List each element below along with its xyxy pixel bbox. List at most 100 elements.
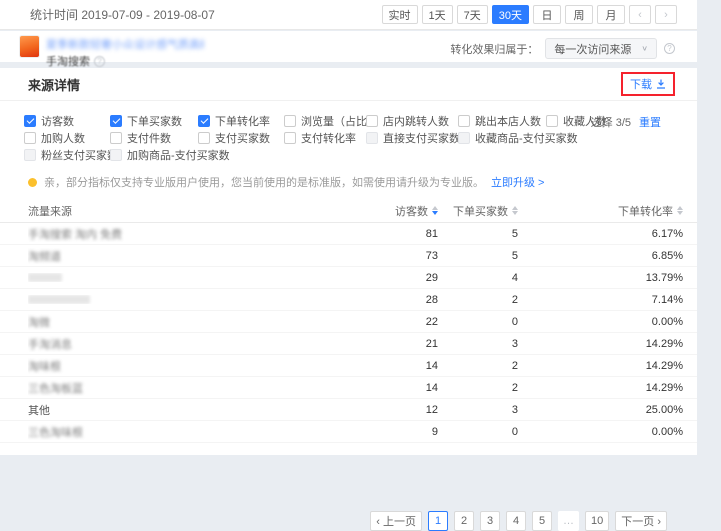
page-button-5[interactable]: 5 xyxy=(532,511,552,531)
table-row: 三色淘味根900.00% xyxy=(0,421,697,443)
date-range-group: 实时1天7天30天日周月‹› xyxy=(382,5,678,24)
product-summary: 夏季新款轻奢小众设计感气质高级冷淡风项链女2 手淘搜索 ? xyxy=(20,36,204,69)
metric-label: 支付买家数 xyxy=(215,130,270,146)
metric-label: 下单转化率 xyxy=(215,113,270,129)
metric-支付转化率[interactable]: 支付转化率 xyxy=(284,130,366,146)
attribution-dropdown[interactable]: 每一次访问来源 ∨ xyxy=(545,38,657,59)
page-button-1[interactable]: 1 xyxy=(428,511,448,531)
metric-label: 跳出本店人数 xyxy=(475,113,541,129)
checkbox-收藏人数[interactable] xyxy=(546,115,558,127)
source-name: 手淘搜索 淘内 免费 xyxy=(28,226,380,242)
calendar-mode-月[interactable]: 月 xyxy=(597,5,625,24)
prev-period-button[interactable]: ‹ xyxy=(629,5,651,24)
source-name-text: 三色淘味根 xyxy=(28,427,83,439)
source-name: 三色淘板蓝 xyxy=(28,380,380,396)
order-buyers-value: 2 xyxy=(438,360,518,372)
source-name-text: 手淘搜索 淘内 免费 xyxy=(28,229,122,241)
checkbox-访客数[interactable] xyxy=(24,115,36,127)
source-name: 其他 xyxy=(28,402,380,418)
selection-info: 选择 3/5 重置 xyxy=(591,114,661,130)
upgrade-notice: 亲，部分指标仅支持专业版用户使用，您当前使用的是标准版，如需使用请升级为专业版。… xyxy=(28,174,697,190)
visitors-value: 21 xyxy=(380,338,438,350)
range-button-实时[interactable]: 实时 xyxy=(382,5,418,24)
metric-直接支付买家数[interactable]: 直接支付买家数 xyxy=(366,130,458,146)
table-row: 29413.79% xyxy=(0,267,697,289)
metric-粉丝支付买家数[interactable]: 粉丝支付买家数 xyxy=(24,147,110,163)
source-name-text: 淘微 xyxy=(28,317,50,329)
table-row: 手淘消息21314.29% xyxy=(0,333,697,355)
metric-下单买家数[interactable]: 下单买家数 xyxy=(110,113,198,129)
chevron-down-icon: ∨ xyxy=(641,44,648,53)
checkbox-支付转化率[interactable] xyxy=(284,132,296,144)
metric-支付买家数[interactable]: 支付买家数 xyxy=(198,130,284,146)
conversion-value: 14.29% xyxy=(518,360,683,372)
selection-count: 选择 3/5 xyxy=(591,114,631,130)
panel-title: 来源详情 xyxy=(28,75,80,94)
metric-访客数[interactable]: 访客数 xyxy=(24,113,110,129)
checkbox-加购人数[interactable] xyxy=(24,132,36,144)
metric-店内跳转人数[interactable]: 店内跳转人数 xyxy=(366,113,458,129)
attribution-label: 转化效果归属于： xyxy=(450,41,538,57)
table-row: 2827.14% xyxy=(0,289,697,311)
reset-button[interactable]: 重置 xyxy=(639,114,661,130)
attribution-help-icon[interactable]: ? xyxy=(664,43,675,54)
checkbox-支付买家数[interactable] xyxy=(198,132,210,144)
checkbox-跳出本店人数[interactable] xyxy=(458,115,470,127)
range-button-7天[interactable]: 7天 xyxy=(457,5,488,24)
upgrade-link[interactable]: 立即升级 > xyxy=(491,174,544,190)
help-icon[interactable]: ? xyxy=(94,56,105,67)
panel-header: 来源详情 下载 xyxy=(0,68,697,101)
metric-row: 粉丝支付买家数加购商品-支付买家数 xyxy=(24,146,673,163)
metric-加购人数[interactable]: 加购人数 xyxy=(24,130,110,146)
conversion-value: 25.00% xyxy=(518,404,683,416)
metric-label: 下单买家数 xyxy=(127,113,182,129)
checkbox-浏览量（占比）[interactable] xyxy=(284,115,296,127)
product-title-link[interactable]: 夏季新款轻奢小众设计感气质高级冷淡风项链女2 xyxy=(46,36,204,52)
next-page-button[interactable]: 下一页 › xyxy=(615,511,667,531)
metric-浏览量（占比）[interactable]: 浏览量（占比） xyxy=(284,113,366,129)
page-button-4[interactable]: 4 xyxy=(506,511,526,531)
range-button-30天[interactable]: 30天 xyxy=(492,5,529,24)
source-name: 淘频道 xyxy=(28,248,380,264)
metric-label: 直接支付买家数 xyxy=(383,130,460,146)
conversion-value: 7.14% xyxy=(518,294,683,306)
metric-收藏商品-支付买家数[interactable]: 收藏商品-支付买家数 xyxy=(458,130,546,146)
source-detail-panel: 来源详情 下载 访客数 下单买家数 下单转化率浏览量（占比）店内跳转人数 跳出本店人数… xyxy=(0,68,697,455)
order-buyers-value: 0 xyxy=(438,316,518,328)
page-button-3[interactable]: 3 xyxy=(480,511,500,531)
range-button-1天[interactable]: 1天 xyxy=(422,5,453,24)
checkbox-店内跳转人数[interactable] xyxy=(366,115,378,127)
metric-label: 收藏商品-支付买家数 xyxy=(475,130,578,146)
metric-下单转化率[interactable]: 下单转化率 xyxy=(198,113,284,129)
conversion-value: 6.85% xyxy=(518,250,683,262)
page-button-2[interactable]: 2 xyxy=(454,511,474,531)
pagination: ‹ 上一页12345…10下一页 › xyxy=(0,511,697,531)
metric-加购商品-支付买家数[interactable]: 加购商品-支付买家数 xyxy=(110,147,198,163)
next-period-button[interactable]: › xyxy=(655,5,677,24)
page-button-10[interactable]: 10 xyxy=(585,511,609,531)
metric-支付件数[interactable]: 支付件数 xyxy=(110,130,198,146)
order-buyers-value: 2 xyxy=(438,294,518,306)
conversion-value: 0.00% xyxy=(518,426,683,438)
checkbox-下单转化率[interactable] xyxy=(198,115,210,127)
calendar-mode-周[interactable]: 周 xyxy=(565,5,593,24)
prev-page-button[interactable]: ‹ 上一页 xyxy=(370,511,422,531)
checkbox-下单买家数[interactable] xyxy=(110,115,122,127)
col-header-visitors: 访客数 xyxy=(395,203,428,219)
sort-conversion-icon[interactable] xyxy=(677,206,683,215)
calendar-mode-日[interactable]: 日 xyxy=(533,5,561,24)
table-row: 淘频道7356.85% xyxy=(0,245,697,267)
conversion-value: 13.79% xyxy=(518,272,683,284)
product-image xyxy=(20,36,39,57)
source-name-text: 手淘消息 xyxy=(28,339,72,351)
download-button[interactable]: 下载 xyxy=(621,72,675,96)
order-buyers-value: 4 xyxy=(438,272,518,284)
table-header: 流量来源 访客数 下单买家数 下单转化率 xyxy=(0,199,697,223)
visitors-value: 14 xyxy=(380,382,438,394)
order-buyers-value: 3 xyxy=(438,338,518,350)
checkbox-加购商品-支付买家数 xyxy=(110,149,122,161)
source-name-text: 其他 xyxy=(28,405,50,417)
checkbox-支付件数[interactable] xyxy=(110,132,122,144)
stat-time-bar: 统计时间 2019-07-09 - 2019-08-07 实时1天7天30天日周… xyxy=(0,0,697,30)
metric-跳出本店人数[interactable]: 跳出本店人数 xyxy=(458,113,546,129)
